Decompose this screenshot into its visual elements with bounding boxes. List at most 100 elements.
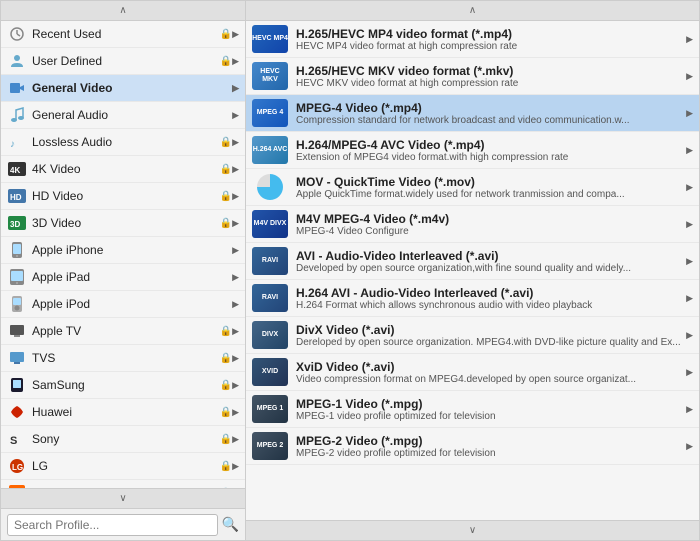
- left-item-3d-video[interactable]: 3D3D Video🔒▶: [1, 210, 245, 237]
- left-item-huawei[interactable]: Huawei🔒▶: [1, 399, 245, 426]
- xvid-arrow-icon: ▶: [686, 367, 693, 378]
- h265-mkv-name: H.265/HEVC MKV video format (*.mkv): [296, 64, 682, 78]
- left-panel: ∧ Recent Used🔒▶User Defined🔒▶General Vid…: [1, 1, 246, 540]
- 3d-video-label: 3D Video: [32, 216, 218, 230]
- right-item-divx[interactable]: DIVXDivX Video (*.avi)Dereloped by open …: [246, 317, 699, 354]
- 4k-video-arrow-icon: ▶: [232, 164, 239, 175]
- h264-avc-arrow-icon: ▶: [686, 145, 693, 156]
- left-item-apple-ipod[interactable]: Apple iPod▶: [1, 291, 245, 318]
- xvid-name: XviD Video (*.avi): [296, 360, 682, 374]
- search-input[interactable]: [7, 514, 218, 536]
- tvs-lock-icon: 🔒: [220, 353, 232, 364]
- left-item-user-defined[interactable]: User Defined🔒▶: [1, 48, 245, 75]
- right-item-mpeg2[interactable]: MPEG 2MPEG-2 Video (*.mpg)MPEG-2 video p…: [246, 428, 699, 465]
- right-scroll-up[interactable]: ∧: [246, 1, 699, 21]
- apple-ipod-icon: [7, 294, 27, 314]
- tvs-icon: [7, 348, 27, 368]
- right-list: HEVC MP4H.265/HEVC MP4 video format (*.m…: [246, 21, 699, 520]
- right-item-h264-avi[interactable]: RAVIH.264 AVI - Audio-Video Interleaved …: [246, 280, 699, 317]
- divx-name: DivX Video (*.avi): [296, 323, 682, 337]
- sony-icon: S: [7, 429, 27, 449]
- recent-used-lock-icon: 🔒: [220, 29, 232, 40]
- mpeg4-mp4-name: MPEG-4 Video (*.mp4): [296, 101, 682, 115]
- left-item-lossless-audio[interactable]: ♪Lossless Audio🔒▶: [1, 129, 245, 156]
- right-scroll-down[interactable]: ∨: [246, 520, 699, 540]
- svg-text:HD: HD: [10, 193, 22, 202]
- left-item-lg[interactable]: LGLG🔒▶: [1, 453, 245, 480]
- left-item-xiaomi[interactable]: miXiaomi🔒▶: [1, 480, 245, 488]
- h264-avc-name: H.264/MPEG-4 AVC Video (*.mp4): [296, 138, 682, 152]
- right-item-mpeg4-mp4[interactable]: MPEG 4MPEG-4 Video (*.mp4)Compression st…: [246, 95, 699, 132]
- lossless-audio-lock-icon: 🔒: [220, 137, 232, 148]
- lg-icon: LG: [7, 456, 27, 476]
- tvs-arrow-icon: ▶: [232, 353, 239, 364]
- search-button[interactable]: 🔍: [222, 516, 239, 533]
- left-item-general-video[interactable]: General Video▶: [1, 75, 245, 102]
- mpeg1-text-block: MPEG-1 Video (*.mpg)MPEG-1 video profile…: [296, 397, 682, 422]
- right-item-h265-mp4[interactable]: HEVC MP4H.265/HEVC MP4 video format (*.m…: [246, 21, 699, 58]
- right-item-mpeg1[interactable]: MPEG 1 MPEG-1 Video (*.mpg)MPEG-1 video p…: [246, 391, 699, 428]
- right-item-m4v[interactable]: M4V DIVX M4V MPEG-4 Video (*.m4v)MPEG-4 V…: [246, 206, 699, 243]
- lossless-audio-arrow-icon: ▶: [232, 137, 239, 148]
- left-item-apple-iphone[interactable]: Apple iPhone▶: [1, 237, 245, 264]
- svg-text:LG: LG: [12, 463, 23, 472]
- mov-name: MOV - QuickTime Video (*.mov): [296, 175, 682, 189]
- apple-tv-lock-icon: 🔒: [220, 326, 232, 337]
- left-item-general-audio[interactable]: General Audio▶: [1, 102, 245, 129]
- right-item-xvid[interactable]: XVIDXviD Video (*.avi)Video compression …: [246, 354, 699, 391]
- left-item-recent-used[interactable]: Recent Used🔒▶: [1, 21, 245, 48]
- svg-text:4K: 4K: [10, 166, 20, 175]
- right-item-h265-mkv[interactable]: HEVC MKV H.265/HEVC MKV video format (*.m…: [246, 58, 699, 95]
- left-item-samsung[interactable]: SamSung🔒▶: [1, 372, 245, 399]
- apple-iphone-label: Apple iPhone: [32, 243, 232, 257]
- left-scroll-up[interactable]: ∧: [1, 1, 245, 21]
- general-video-arrow-icon: ▶: [232, 83, 239, 94]
- h265-mp4-arrow-icon: ▶: [686, 34, 693, 45]
- m4v-format-icon: M4V DIVX: [252, 210, 288, 238]
- mpeg1-format-icon: MPEG 1: [252, 395, 288, 423]
- apple-ipad-label: Apple iPad: [32, 270, 232, 284]
- general-audio-label: General Audio: [32, 108, 232, 122]
- left-list: Recent Used🔒▶User Defined🔒▶General Video…: [1, 21, 245, 488]
- apple-tv-icon: [7, 321, 27, 341]
- recent-used-arrow-icon: ▶: [232, 29, 239, 40]
- h265-mkv-format-icon: HEVC MKV: [252, 62, 288, 90]
- hd-video-label: HD Video: [32, 189, 218, 203]
- h265-mp4-text-block: H.265/HEVC MP4 video format (*.mp4)HEVC …: [296, 27, 682, 52]
- hd-video-arrow-icon: ▶: [232, 191, 239, 202]
- right-item-mov[interactable]: MOV - QuickTime Video (*.mov)Apple Quick…: [246, 169, 699, 206]
- main-container: ∧ Recent Used🔒▶User Defined🔒▶General Vid…: [0, 0, 700, 541]
- left-item-apple-ipad[interactable]: Apple iPad▶: [1, 264, 245, 291]
- mov-arrow-icon: ▶: [686, 182, 693, 193]
- left-item-hd-video[interactable]: HD HD Video🔒▶: [1, 183, 245, 210]
- huawei-icon: [7, 402, 27, 422]
- h264-avc-format-icon: H.264 AVC: [252, 136, 288, 164]
- left-item-tvs[interactable]: TVS🔒▶: [1, 345, 245, 372]
- mpeg1-arrow-icon: ▶: [686, 404, 693, 415]
- apple-iphone-icon: [7, 240, 27, 260]
- left-item-4k-video[interactable]: 4K4K Video🔒▶: [1, 156, 245, 183]
- left-item-sony[interactable]: SSony🔒▶: [1, 426, 245, 453]
- left-scroll-down[interactable]: ∨: [1, 488, 245, 508]
- mov-desc: Apple QuickTime format.widely used for n…: [296, 189, 682, 200]
- mpeg4-mp4-arrow-icon: ▶: [686, 108, 693, 119]
- 3d-video-icon: 3D: [7, 213, 27, 233]
- hd-video-lock-icon: 🔒: [220, 191, 232, 202]
- h264-avi-format-icon: RAVI: [252, 284, 288, 312]
- apple-tv-arrow-icon: ▶: [232, 326, 239, 337]
- left-item-apple-tv[interactable]: Apple TV🔒▶: [1, 318, 245, 345]
- avi-format-icon: RAVI: [252, 247, 288, 275]
- right-panel: ∧ HEVC MP4H.265/HEVC MP4 video format (*…: [246, 1, 699, 540]
- huawei-lock-icon: 🔒: [220, 407, 232, 418]
- avi-text-block: AVI - Audio-Video Interleaved (*.avi)Dev…: [296, 249, 682, 274]
- user-defined-lock-icon: 🔒: [220, 56, 232, 67]
- 3d-video-arrow-icon: ▶: [232, 218, 239, 229]
- recent-used-icon: [7, 24, 27, 44]
- m4v-text-block: M4V MPEG-4 Video (*.m4v)MPEG-4 Video Con…: [296, 212, 682, 237]
- general-audio-icon: [7, 105, 27, 125]
- avi-desc: Developed by open source organization,wi…: [296, 263, 682, 274]
- huawei-arrow-icon: ▶: [232, 407, 239, 418]
- sony-arrow-icon: ▶: [232, 434, 239, 445]
- right-item-h264-avc[interactable]: H.264 AVCH.264/MPEG-4 AVC Video (*.mp4)E…: [246, 132, 699, 169]
- right-item-avi[interactable]: RAVI AVI - Audio-Video Interleaved (*.avi…: [246, 243, 699, 280]
